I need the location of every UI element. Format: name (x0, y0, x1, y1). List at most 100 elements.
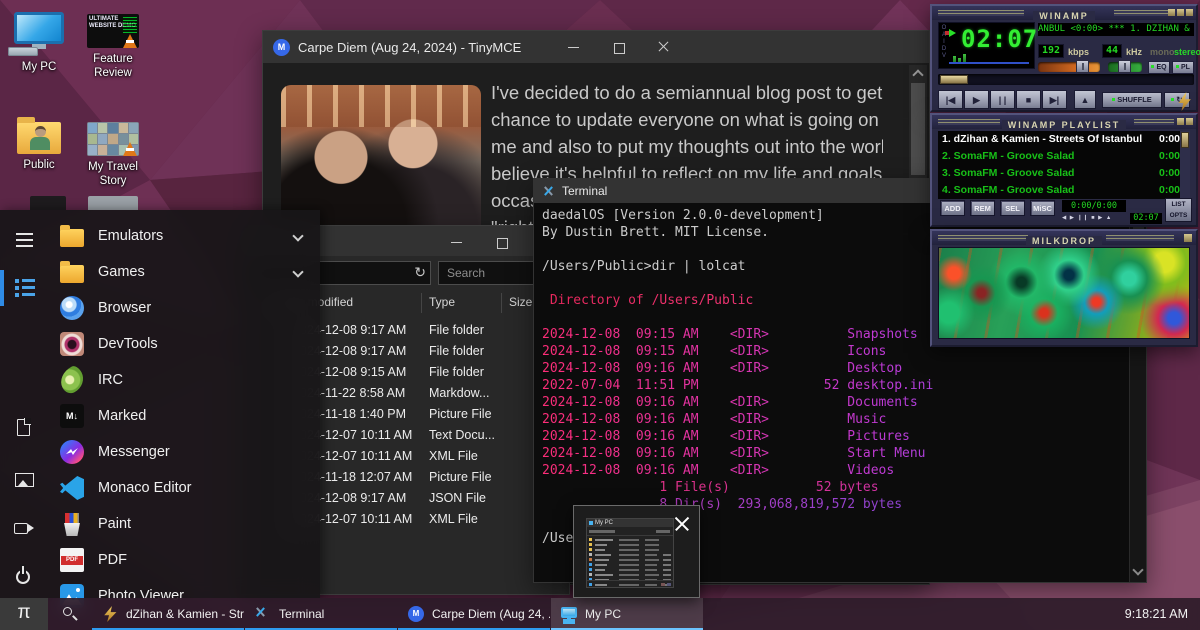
winamp-titlebar[interactable]: WINAMP (932, 6, 1196, 20)
all-apps-icon (15, 278, 35, 298)
eject-button[interactable]: ▲ (1074, 90, 1096, 109)
playlist-bottom-bar: ADD REM SEL MiSC 0:00/0:00 ◀ ▶ ❙❙ ■ ▶ ▲ … (932, 195, 1196, 225)
balance-slider[interactable] (1108, 62, 1142, 72)
desktop-icon-feature-review[interactable]: ULTIMATE WEBSITE DEMO Feature Review (76, 14, 150, 80)
monaco-editor-icon (60, 476, 84, 500)
pause-button[interactable]: | | (990, 90, 1015, 109)
sidebar-item-messenger[interactable]: Messenger (48, 434, 320, 470)
desktop-icon-label: My PC (2, 60, 76, 74)
pictures-button[interactable] (0, 460, 48, 500)
terminal-line: 2024-12-08 09:16 AM <DIR> Videos (542, 462, 1126, 479)
videos-button[interactable] (0, 508, 48, 548)
playlist-remove-button[interactable]: REM (970, 200, 995, 216)
start-button[interactable]: π (0, 598, 48, 630)
taskbar-task-winamp[interactable]: dZihan & Kamien - Str... (92, 598, 244, 630)
close-button[interactable] (641, 31, 686, 63)
eq-button[interactable]: EQ (1148, 61, 1170, 74)
maximize-button[interactable] (596, 31, 641, 63)
milkdrop-titlebar[interactable]: MILKDROP (932, 231, 1196, 245)
paragraph-line: I've decided to do a semiannual blog pos… (491, 79, 883, 106)
taskbar-task-tinymce[interactable]: M Carpe Diem (Aug 24, ... (398, 598, 550, 630)
play-button[interactable]: ▶ (964, 90, 989, 109)
sidebar-item-games[interactable]: Games (48, 254, 320, 290)
chevron-down-icon[interactable] (292, 266, 303, 277)
desktop-icon-my-pc[interactable]: My PC (2, 12, 76, 74)
sidebar-item-pdf[interactable]: PDF (48, 542, 320, 578)
desktop-icon-label: Feature Review (76, 52, 150, 80)
winamp-shade-button[interactable] (1177, 9, 1184, 16)
frequency-value: 44 (1102, 44, 1122, 58)
sidebar-item-browser[interactable]: Browser (48, 290, 320, 326)
winamp-title: WINAMP (1033, 11, 1095, 21)
start-menu-rail (0, 210, 48, 598)
playlist-misc-button[interactable]: MiSC (1030, 200, 1055, 216)
winamp-close-button[interactable] (1186, 9, 1193, 16)
winamp-window: WINAMP OAIDV 02:07 ANBUL <0:00> *** 1. D… (930, 4, 1198, 112)
playlist-track[interactable]: 3. SomaFM - Groove Salad0:00 (938, 165, 1184, 182)
minimize-button[interactable] (434, 226, 479, 256)
next-button[interactable]: ▶| (1042, 90, 1067, 109)
sidebar-item-monaco-editor[interactable]: Monaco Editor (48, 470, 320, 506)
refresh-icon[interactable]: ↻ (414, 264, 426, 281)
sidebar-item-devtools[interactable]: DevTools (48, 326, 320, 362)
stop-button[interactable]: ■ (1016, 90, 1041, 109)
desktop-icon-my-travel-story[interactable]: My Travel Story (76, 122, 150, 188)
seek-bar[interactable] (938, 74, 1194, 85)
taskbar-search-button[interactable] (48, 598, 92, 630)
search-icon (63, 607, 72, 616)
sidebar-item-emulators[interactable]: Emulators (48, 218, 320, 254)
my-pc-icon (2, 12, 76, 56)
all-apps-button[interactable] (0, 268, 48, 308)
play-indicator-icon (949, 29, 956, 37)
chevron-down-icon[interactable] (292, 230, 303, 241)
volume-slider[interactable] (1038, 62, 1100, 72)
desktop-icon-partial (30, 196, 66, 210)
scroll-down-icon[interactable] (1132, 564, 1143, 575)
sidebar-item-marked[interactable]: M↓ Marked (48, 398, 320, 434)
playlist-scrollbar[interactable] (1180, 131, 1190, 199)
tinymce-titlebar[interactable]: M Carpe Diem (Aug 24, 2024) - TinyMCE (263, 31, 929, 63)
power-button[interactable] (0, 558, 48, 598)
expand-menu-button[interactable] (0, 220, 48, 260)
playlist-add-button[interactable]: ADD (940, 200, 965, 216)
documents-button[interactable] (0, 408, 48, 448)
preview-close-icon[interactable] (672, 514, 692, 534)
playlist-toggle-button[interactable]: PL (1172, 61, 1194, 74)
playlist-tracks: 1. dZihan & Kamien - Streets Of Istanbul… (938, 131, 1184, 199)
taskbar-task-my-pc[interactable]: My PC (551, 598, 703, 630)
taskbar-peek-preview[interactable]: My PC (573, 505, 700, 598)
taskbar-task-terminal[interactable]: Terminal (245, 598, 397, 630)
milkdrop-close-button[interactable] (1184, 234, 1192, 242)
playlist-titlebar[interactable]: WINAMP PLAYLIST (932, 115, 1196, 129)
track-marquee[interactable]: ANBUL <0:00> *** 1. DZIHAN & (1038, 23, 1194, 36)
playlist-mini-transport[interactable]: ◀ ▶ ❙❙ ■ ▶ ▲ (1062, 215, 1112, 221)
pdf-icon (60, 548, 84, 572)
folder-icon (17, 122, 61, 154)
playlist-close-button[interactable] (1186, 118, 1193, 125)
desktop-icon-partial (88, 196, 138, 210)
browser-icon (60, 296, 84, 320)
minimize-button[interactable] (551, 31, 596, 63)
shuffle-button[interactable]: SHUFFLE (1102, 92, 1162, 108)
playlist-track[interactable]: 1. dZihan & Kamien - Streets Of Istanbul… (938, 131, 1184, 148)
winamp-minimize-button[interactable] (1168, 9, 1175, 16)
playlist-list-options-button[interactable]: LISTOPTS (1165, 198, 1192, 222)
previous-button[interactable]: |◀ (938, 90, 963, 109)
playlist-shade-button[interactable] (1177, 118, 1184, 125)
scroll-up-icon[interactable] (912, 69, 923, 80)
seek-thumb[interactable] (940, 75, 968, 84)
taskbar-clock[interactable]: 9:18:21 AM (1125, 607, 1188, 621)
maximize-button[interactable] (479, 226, 524, 256)
window-title: Carpe Diem (Aug 24, 2024) - TinyMCE (298, 40, 521, 55)
sidebar-item-paint[interactable]: Paint (48, 506, 320, 542)
milkdrop-visualization[interactable] (938, 247, 1190, 339)
desktop-icon-public[interactable]: Public (2, 122, 76, 172)
scrollbar-thumb[interactable] (1181, 132, 1189, 148)
column-size[interactable]: Size (509, 295, 532, 309)
sidebar-item-irc[interactable]: IRC (48, 362, 320, 398)
column-type[interactable]: Type (429, 295, 455, 309)
messenger-icon (60, 440, 84, 464)
playlist-select-button[interactable]: SEL (1000, 200, 1025, 216)
playlist-track[interactable]: 2. SomaFM - Groove Salad0:00 (938, 148, 1184, 165)
scrollbar-thumb[interactable] (911, 83, 925, 175)
